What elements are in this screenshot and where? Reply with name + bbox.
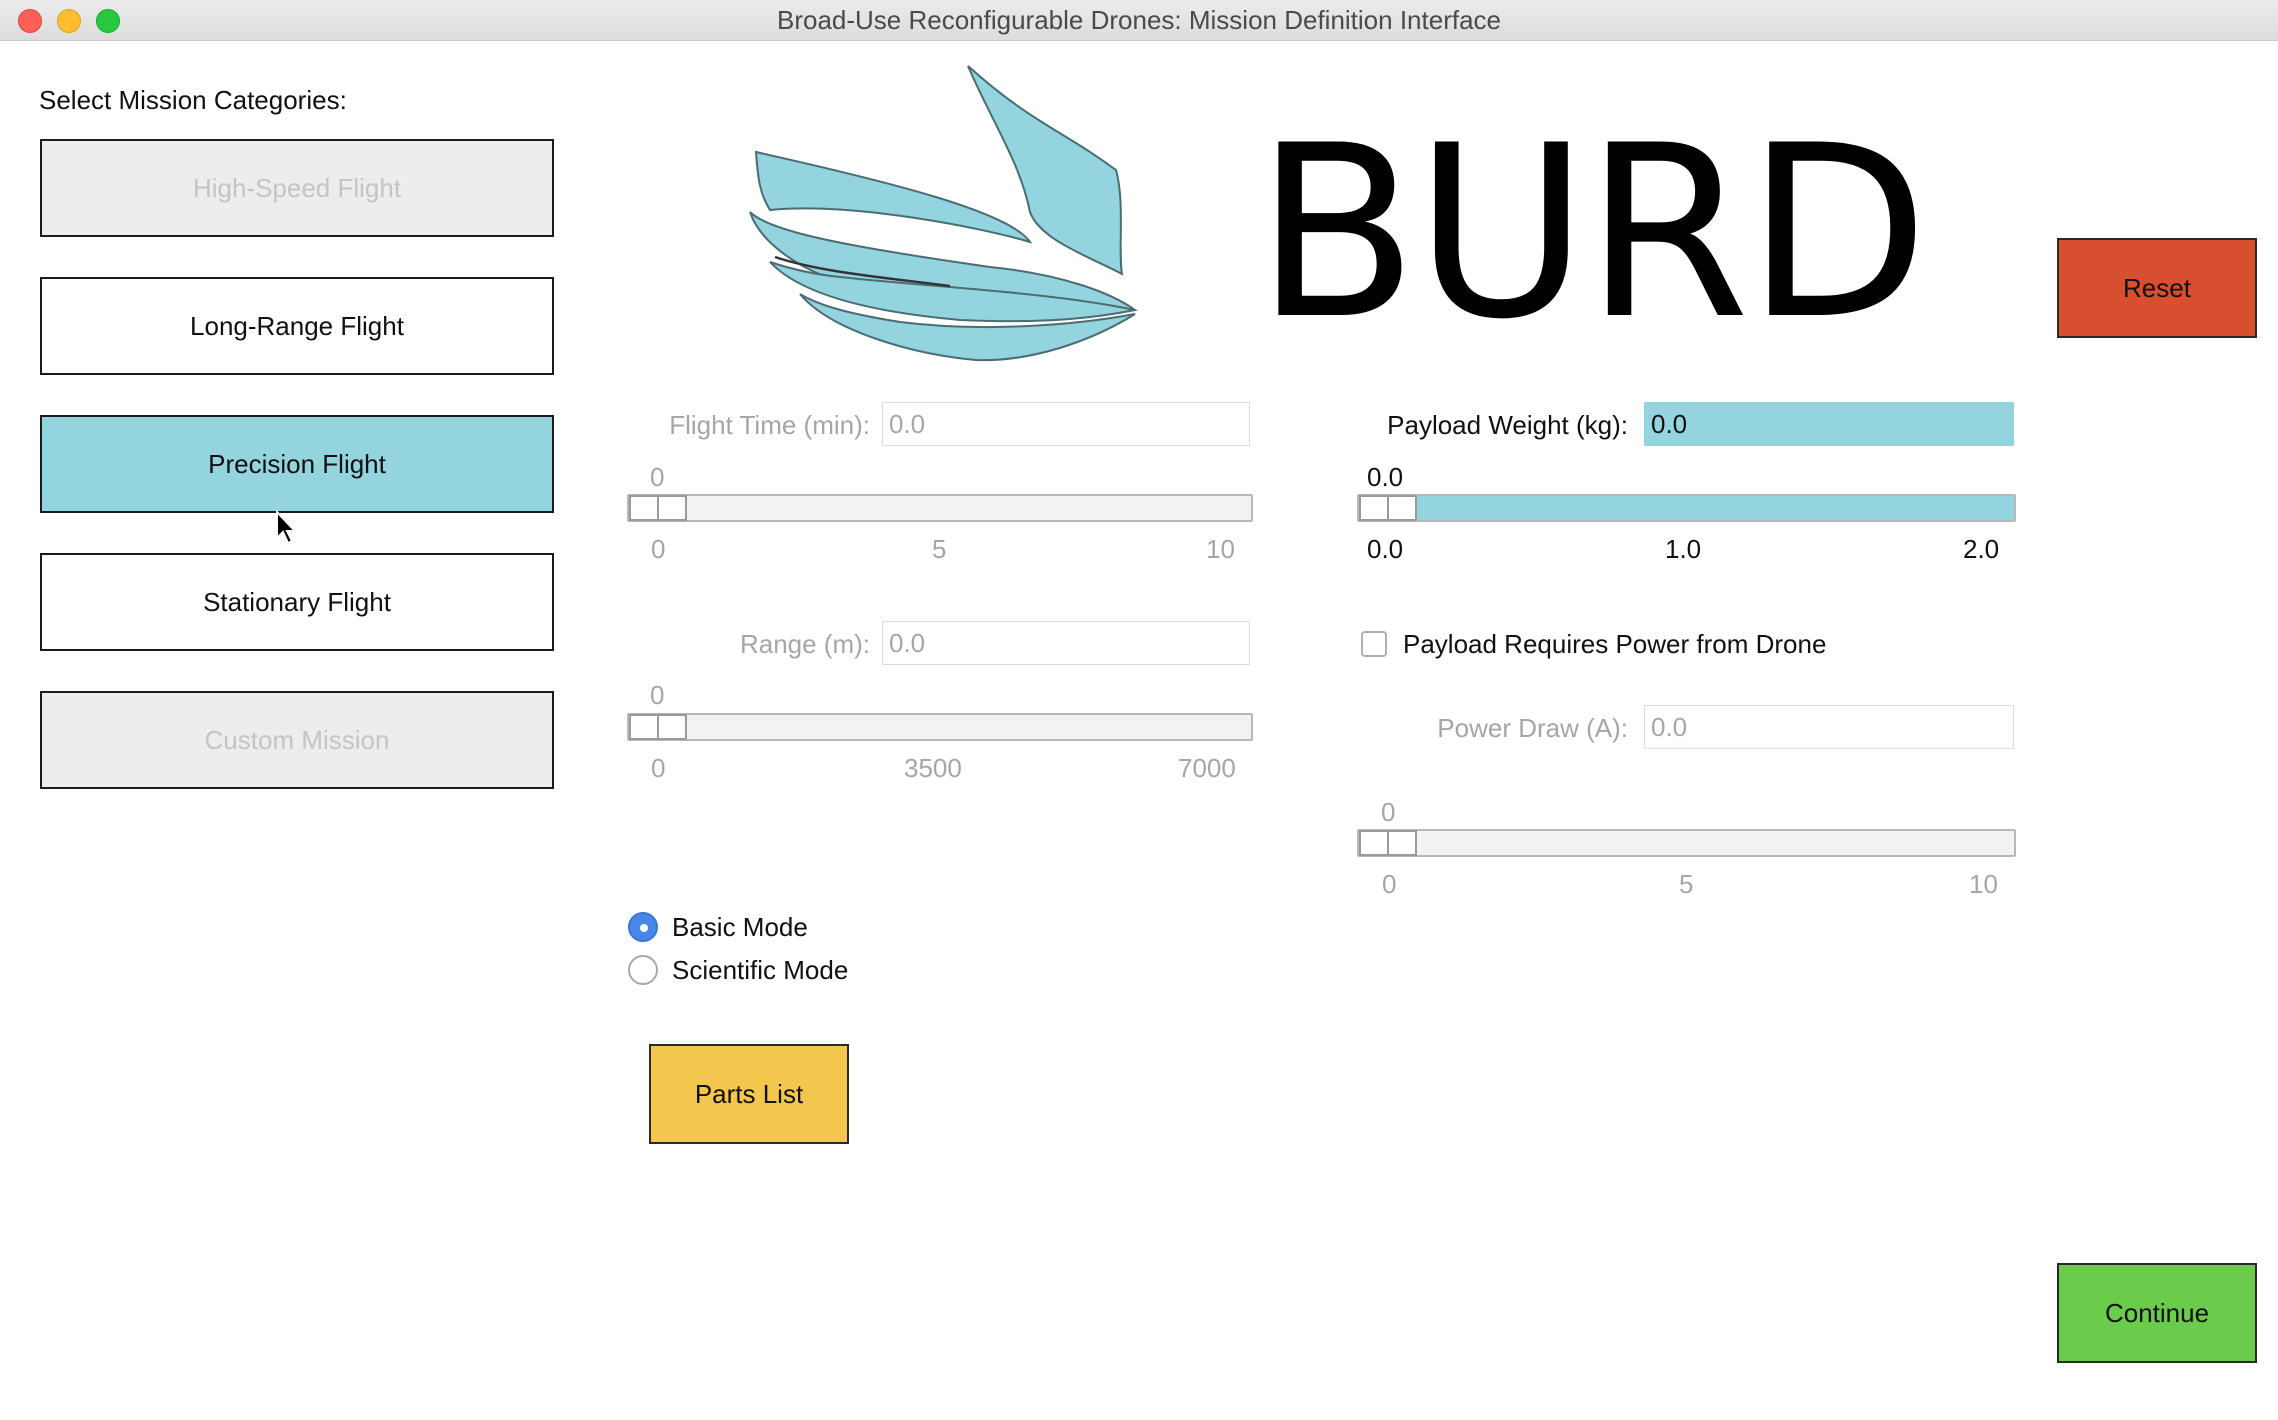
flight-time-input[interactable]: 0.0 bbox=[882, 402, 1250, 446]
basic-mode-label[interactable]: Basic Mode bbox=[672, 912, 808, 943]
continue-label: Continue bbox=[2104, 1297, 2210, 1328]
categories-heading: Select Mission Categories: bbox=[39, 85, 347, 115]
power-draw-slider-handle[interactable] bbox=[1359, 830, 1417, 856]
flight-time-slider[interactable] bbox=[627, 494, 1253, 522]
payload-weight-tick-mid: 1.0 bbox=[1665, 534, 1702, 564]
window-titlebar: Broad-Use Reconfigurable Drones: Mission… bbox=[0, 0, 2278, 41]
payload-power-checkbox[interactable] bbox=[1361, 631, 1387, 657]
flight-time-slider-value: 0 bbox=[650, 462, 665, 492]
power-draw-label: Power Draw (A): bbox=[1437, 713, 1628, 743]
precision-flight-button[interactable]: Precision Flight bbox=[40, 415, 554, 513]
payload-weight-slider-value: 0.0 bbox=[1367, 462, 1404, 492]
payload-weight-input[interactable]: 0.0 bbox=[1644, 402, 2014, 446]
payload-weight-slider-handle[interactable] bbox=[1359, 495, 1417, 521]
scientific-mode-radio[interactable] bbox=[628, 955, 658, 985]
power-draw-slider-value: 0 bbox=[1381, 797, 1396, 827]
payload-weight-label: Payload Weight (kg): bbox=[1387, 410, 1628, 440]
flight-time-label: Flight Time (min): bbox=[669, 410, 870, 440]
payload-weight-tick-min: 0.0 bbox=[1367, 534, 1404, 564]
continue-button[interactable]: Continue bbox=[2057, 1263, 2257, 1363]
flight-time-tick-max: 10 bbox=[1206, 534, 1235, 564]
long-range-flight-button[interactable]: Long-Range Flight bbox=[40, 277, 554, 375]
power-draw-tick-min: 0 bbox=[1382, 869, 1397, 899]
parts-list-label: Parts List bbox=[694, 1078, 804, 1109]
flight-time-tick-min: 0 bbox=[651, 534, 666, 564]
high-speed-flight-label: High-Speed Flight bbox=[192, 172, 402, 203]
precision-flight-label: Precision Flight bbox=[208, 448, 386, 479]
range-tick-min: 0 bbox=[651, 753, 666, 783]
payload-power-label: Payload Requires Power from Drone bbox=[1403, 629, 1827, 659]
basic-mode-radio[interactable] bbox=[628, 912, 658, 942]
range-slider[interactable] bbox=[627, 713, 1253, 741]
parts-list-button[interactable]: Parts List bbox=[649, 1044, 849, 1144]
range-tick-max: 7000 bbox=[1178, 753, 1236, 783]
range-tick-mid: 3500 bbox=[904, 753, 962, 783]
range-input[interactable]: 0.0 bbox=[882, 621, 1250, 665]
custom-mission-label: Custom Mission bbox=[204, 724, 390, 755]
payload-weight-slider[interactable] bbox=[1357, 494, 2016, 522]
long-range-flight-label: Long-Range Flight bbox=[190, 310, 404, 341]
power-draw-tick-max: 10 bbox=[1969, 869, 1998, 899]
payload-weight-tick-max: 2.0 bbox=[1963, 534, 2000, 564]
stationary-flight-button[interactable]: Stationary Flight bbox=[40, 553, 554, 651]
range-label: Range (m): bbox=[739, 629, 870, 659]
stationary-flight-label: Stationary Flight bbox=[203, 586, 391, 617]
flight-time-slider-handle[interactable] bbox=[629, 495, 687, 521]
scientific-mode-label[interactable]: Scientific Mode bbox=[672, 955, 848, 986]
power-draw-tick-mid: 5 bbox=[1679, 869, 1694, 899]
custom-mission-button[interactable]: Custom Mission bbox=[40, 691, 554, 789]
range-slider-value: 0 bbox=[650, 680, 665, 710]
mouse-pointer-icon bbox=[276, 510, 298, 545]
power-draw-input[interactable]: 0.0 bbox=[1644, 705, 2014, 749]
reset-button[interactable]: Reset bbox=[2057, 238, 2257, 338]
flight-time-tick-mid: 5 bbox=[932, 534, 947, 564]
reset-label: Reset bbox=[2123, 272, 2191, 303]
range-slider-handle[interactable] bbox=[629, 714, 687, 740]
power-draw-slider[interactable] bbox=[1357, 829, 2016, 857]
high-speed-flight-button[interactable]: High-Speed Flight bbox=[40, 139, 554, 237]
burd-wing-logo-icon bbox=[749, 65, 1138, 362]
burd-logo-text: BURD bbox=[1255, 95, 1929, 372]
window-title: Broad-Use Reconfigurable Drones: Mission… bbox=[776, 5, 1501, 35]
main-window: Select Mission Categories: High-Speed Fl… bbox=[0, 40, 2278, 1420]
